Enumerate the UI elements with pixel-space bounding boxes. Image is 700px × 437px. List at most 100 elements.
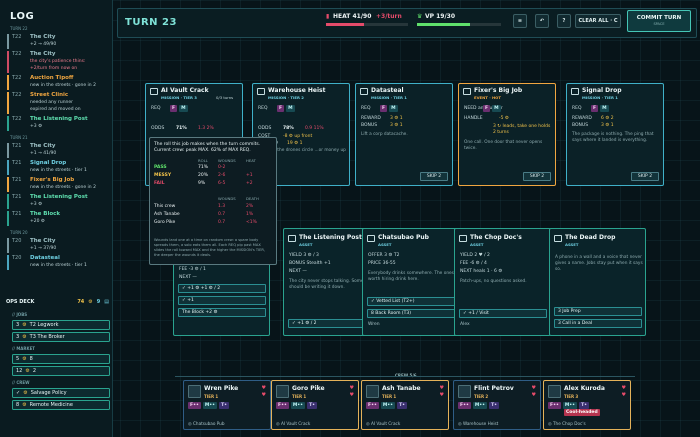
- deck-card-cost: 5: [16, 356, 20, 362]
- deck-card[interactable]: 3 ⚙ T2 Legwork: [12, 320, 110, 330]
- mission-card[interactable]: Signal Drop MISSION · TIER 1 REQ F M REWARD 6 …: [566, 83, 664, 186]
- asset-action-button[interactable]: 8 Back Room (T3): [367, 309, 455, 318]
- asset-title: The Dead Drop: [565, 234, 616, 241]
- log-entry-name: The Block: [30, 211, 61, 217]
- gear-icon: ⚙: [22, 334, 27, 340]
- tooltip-crew-wounds: 1.3: [218, 204, 226, 209]
- commit-turn-button[interactable]: COMMIT TURN SPACE: [627, 10, 691, 32]
- log-entry[interactable]: T21 The Block +20 ⚙: [7, 211, 104, 226]
- log-entry-bar: [7, 116, 9, 131]
- mission-card[interactable]: Fixer's Big JobEVENT · HOTNEED any runne…: [458, 83, 556, 186]
- crew-skills: F•• M•• T•: [276, 402, 318, 409]
- crew-card[interactable]: Ash Tanabe TIER 1 ♥ ♥ F•• M•• T• ◎ AI Vault Cra…: [361, 380, 449, 430]
- mission-desc: Lift a corp datacache.: [361, 132, 408, 137]
- log-entry[interactable]: T22 The City the city's patience thins: +2/…: [7, 51, 104, 73]
- asset-stat: BONUS Stealth +1: [289, 261, 331, 266]
- asset-action-button[interactable]: 3 Job Prep: [554, 307, 642, 316]
- mission-icon: [257, 88, 265, 95]
- deck-card[interactable]: 8 ⚙ Remote Medicine: [12, 400, 110, 410]
- log-entry[interactable]: T20 Datasteal new in the streets · tier 1: [7, 255, 104, 270]
- log-entry-bar: [7, 51, 9, 73]
- log-entry-desc: expired and moved on: [30, 107, 81, 112]
- log-entry-name: The City: [30, 51, 56, 57]
- tooltip-col-header: HEAT: [246, 158, 256, 163]
- skip-button[interactable]: SKIP 2: [420, 172, 448, 181]
- deck-card-cost: 3: [16, 322, 20, 328]
- deck-card[interactable]: 12 ⚙ 2: [12, 366, 110, 376]
- log-entry-name: The Listening Post: [30, 116, 88, 122]
- log-entry[interactable]: T21 The City +1 → 41/90: [7, 143, 104, 158]
- mission-reward: 3 ⚙ 1: [390, 116, 403, 121]
- asset-action-button[interactable]: ✓ +1 ⚙ +1 ⚙ / 2: [178, 284, 266, 293]
- undo-button[interactable]: ↶: [535, 14, 549, 28]
- log-entry[interactable]: T21 Fixer's Big Job new in the streets · g…: [7, 177, 104, 192]
- help-button[interactable]: ?: [557, 14, 571, 28]
- log-entry-desc: new in the streets · tier 1: [30, 168, 87, 173]
- commit-shortcut: SPACE: [653, 22, 665, 26]
- mission-icon: [571, 88, 579, 95]
- asset-action-button[interactable]: The Block +2 ⚙: [178, 308, 266, 317]
- crew-tier: TIER 1: [204, 394, 219, 399]
- clear-all-button[interactable]: CLEAR ALL · C: [575, 14, 621, 28]
- mission-card[interactable]: Datasteal MISSION · TIER 1 REQ F M REWARD 3 ⚙ …: [355, 83, 453, 186]
- log-entry-turn: T21: [12, 194, 22, 200]
- deck-card[interactable]: ✓ ⚙ Salvage Policy: [12, 388, 110, 398]
- log-entry[interactable]: T20 The City +1 → 37/90: [7, 238, 104, 253]
- asset-stat: YIELD 3 ⚙ / 3: [289, 253, 319, 258]
- vp-bar: [417, 23, 501, 26]
- crew-card[interactable]: Wren Pike TIER 1 ♥ ♥ F•• M•• T• ◎ Chatsubao Pub: [183, 380, 271, 430]
- mission-req-pips: FM: [380, 105, 398, 112]
- tooltip-crew-row: Ash Tanabe: [154, 212, 180, 217]
- log-entry-desc: +3 ⚙: [30, 202, 43, 207]
- deck-card[interactable]: 3 ⚙ T3 The Broker: [12, 332, 110, 342]
- log-entry[interactable]: T22 Auction Tipoff new in the streets · go…: [7, 75, 104, 90]
- asset-card[interactable]: The Chop Doc's ASSET YIELD 2 ♥ / 2 FEE -6 ⚙…: [454, 228, 551, 336]
- ops-count: 74: [77, 299, 85, 305]
- req-pip: M: [600, 105, 609, 112]
- tooltip-roll: 20%: [198, 173, 209, 178]
- log-entry-desc: +2/turn from now on: [30, 66, 78, 71]
- deck-card[interactable]: 5 ⚙ 8: [12, 354, 110, 364]
- mission-req-pips: FM: [591, 105, 609, 112]
- asset-icon: [459, 235, 467, 242]
- asset-card[interactable]: Chatsubao Pub ASSET OFFER 3 ⚙ T2 PRICE 36-5…: [362, 228, 459, 336]
- top-bar: TURN 23 ▮ HEAT 41/90 +3/turn ♛ VP 19/30 …: [117, 8, 697, 38]
- log-entry[interactable]: T22 The City +2 → 49/90: [7, 34, 104, 49]
- mission-req: REQ: [361, 106, 371, 111]
- deck-header[interactable]: OPS DECK 74 ⚙ 9 ▤: [6, 296, 109, 308]
- crew-divider: [175, 376, 635, 377]
- log-entry-desc: +2 → 49/90: [30, 42, 57, 47]
- skip-button[interactable]: SKIP 2: [631, 172, 659, 181]
- log-entry-turn: T20: [12, 255, 22, 261]
- mission-odds-detail: 1.3 2%: [198, 126, 214, 131]
- menu-button[interactable]: ≡: [513, 14, 527, 28]
- crew-card[interactable]: Alex Kuroda TIER 3 ♥ ♥ F•• M•• T• Cool-headed ◎ …: [543, 380, 631, 430]
- log-entry-turn: T20: [12, 238, 22, 244]
- log-entry[interactable]: T21 Signal Drop new in the streets · tier …: [7, 160, 104, 175]
- log-entry[interactable]: T22 The Listening Post +3 ⚙: [7, 116, 104, 131]
- tooltip-crew-row: Goro Pike: [154, 220, 176, 225]
- crew-skills: F•• M•• T•: [458, 402, 500, 409]
- log-entry-desc: new in the streets · gone in 2: [30, 83, 96, 88]
- asset-action-button[interactable]: ✓ +1 / Visit: [459, 309, 547, 318]
- log-entry-name: The Listening Post: [30, 194, 88, 200]
- asset-crew: Wren: [368, 322, 380, 327]
- asset-action-button[interactable]: ✓ Vetted List (T2+): [367, 297, 455, 306]
- asset-title: Chatsubao Pub: [378, 234, 429, 241]
- log-entry[interactable]: T22 Street Clinic needed any runner expired…: [7, 92, 104, 114]
- skill-pip: F••: [548, 402, 561, 409]
- crew-card[interactable]: Flint Petrov TIER 2 ♥ ♥ F•• M•• T• ◎ Warehouse …: [453, 380, 541, 430]
- skip-button[interactable]: SKIP 2: [523, 172, 551, 181]
- mission-title: AI Vault Crack: [161, 87, 209, 94]
- asset-action-button[interactable]: 3 Call in a Deal: [554, 319, 642, 328]
- asset-subtitle: ASSET: [565, 242, 579, 247]
- log-entry[interactable]: T21 The Listening Post +3 ⚙: [7, 194, 104, 209]
- heart-icon: ♥: [349, 392, 354, 398]
- log-entry-name: Fixer's Big Job: [30, 177, 75, 183]
- log-entry-name: The City: [30, 238, 56, 244]
- mission-odds: 78%: [283, 126, 294, 131]
- avatar: [458, 385, 471, 398]
- asset-action-button[interactable]: ✓ +1: [178, 296, 266, 305]
- crew-card[interactable]: Goro Pike TIER 1 ♥ ♥ F•• M•• T• ◎ AI Vault Crac…: [271, 380, 359, 430]
- asset-card[interactable]: The Dead Drop ASSET A phone in a wall and …: [549, 228, 646, 336]
